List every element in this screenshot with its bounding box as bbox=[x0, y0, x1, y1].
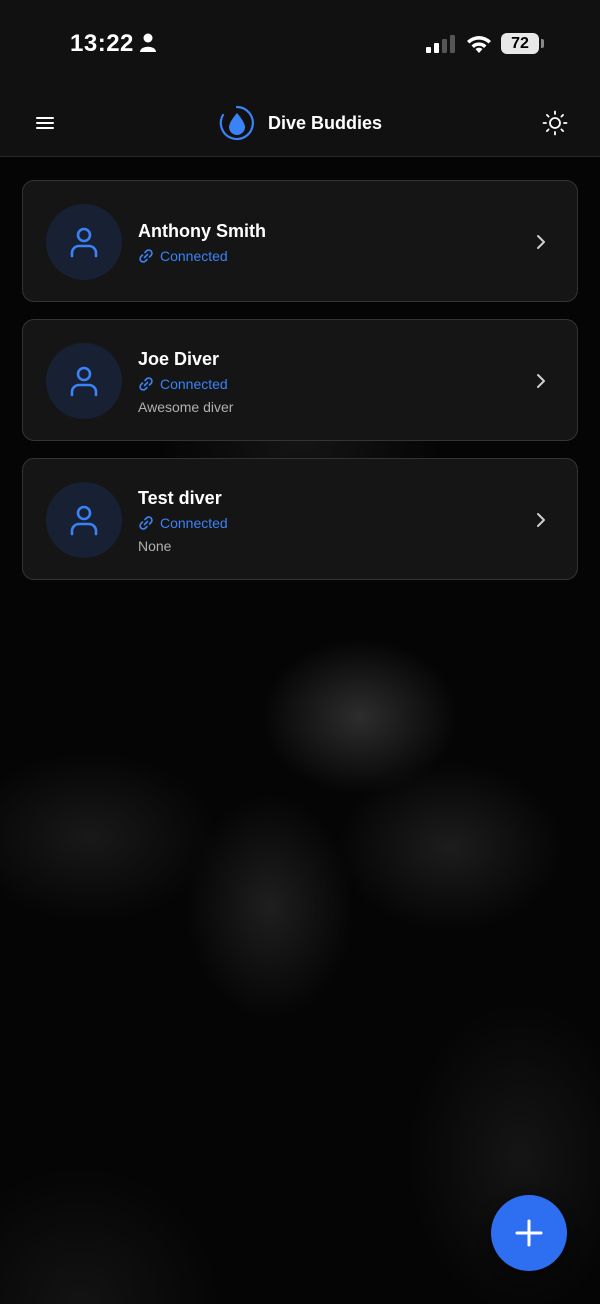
buddy-info: Joe Diver Connected Awesome diver bbox=[138, 347, 233, 415]
buddy-name: Joe Diver bbox=[138, 349, 220, 369]
user-icon bbox=[70, 366, 98, 397]
person-icon bbox=[140, 33, 156, 52]
water-drop-icon bbox=[219, 105, 254, 141]
buddy-name: Test diver bbox=[138, 488, 222, 508]
buddy-name: Anthony Smith bbox=[138, 221, 266, 241]
top-app-bar: Dive Buddies bbox=[0, 90, 600, 157]
connection-status-label: Connected bbox=[160, 248, 228, 264]
connection-status: Connected bbox=[138, 514, 228, 532]
avatar bbox=[46, 204, 122, 280]
link-icon bbox=[139, 516, 153, 530]
battery-indicator: 72 bbox=[501, 33, 539, 54]
sun-icon[interactable] bbox=[540, 108, 570, 138]
battery-level: 72 bbox=[511, 35, 529, 52]
buddy-info: Test diver Connected None bbox=[138, 486, 228, 554]
connection-status-label: Connected bbox=[160, 515, 228, 531]
status-time: 13:22 bbox=[70, 30, 134, 57]
buddy-list: Anthony Smith Connected Joe Diver Connec… bbox=[22, 180, 578, 597]
app-brand: Dive Buddies bbox=[218, 103, 382, 143]
link-icon bbox=[139, 249, 153, 263]
connection-status: Connected bbox=[138, 247, 266, 265]
buddy-card[interactable]: Anthony Smith Connected bbox=[22, 180, 578, 302]
app-title: Dive Buddies bbox=[268, 112, 383, 133]
status-bar: 13:22 72 bbox=[0, 0, 600, 90]
user-icon bbox=[70, 505, 98, 536]
avatar bbox=[46, 482, 122, 558]
chevron-right-icon bbox=[537, 374, 545, 388]
connection-status-label: Connected bbox=[160, 376, 228, 392]
buddy-note: None bbox=[138, 538, 172, 554]
buddy-info: Anthony Smith Connected bbox=[138, 219, 266, 265]
buddy-card[interactable]: Joe Diver Connected Awesome diver bbox=[22, 319, 578, 441]
avatar bbox=[46, 343, 122, 419]
plus-icon bbox=[515, 1219, 543, 1247]
battery-cap bbox=[541, 39, 544, 48]
user-icon bbox=[70, 227, 98, 258]
chevron-right-icon bbox=[537, 235, 545, 249]
wifi-icon bbox=[467, 36, 491, 53]
add-buddy-button[interactable] bbox=[491, 1195, 567, 1271]
hamburger-menu-icon[interactable] bbox=[30, 110, 60, 136]
buddy-note: Awesome diver bbox=[138, 399, 234, 415]
link-icon bbox=[139, 377, 153, 391]
cellular-signal-icon bbox=[426, 35, 455, 53]
buddy-card[interactable]: Test diver Connected None bbox=[22, 458, 578, 580]
chevron-right-icon bbox=[537, 513, 545, 527]
connection-status: Connected bbox=[138, 375, 233, 393]
